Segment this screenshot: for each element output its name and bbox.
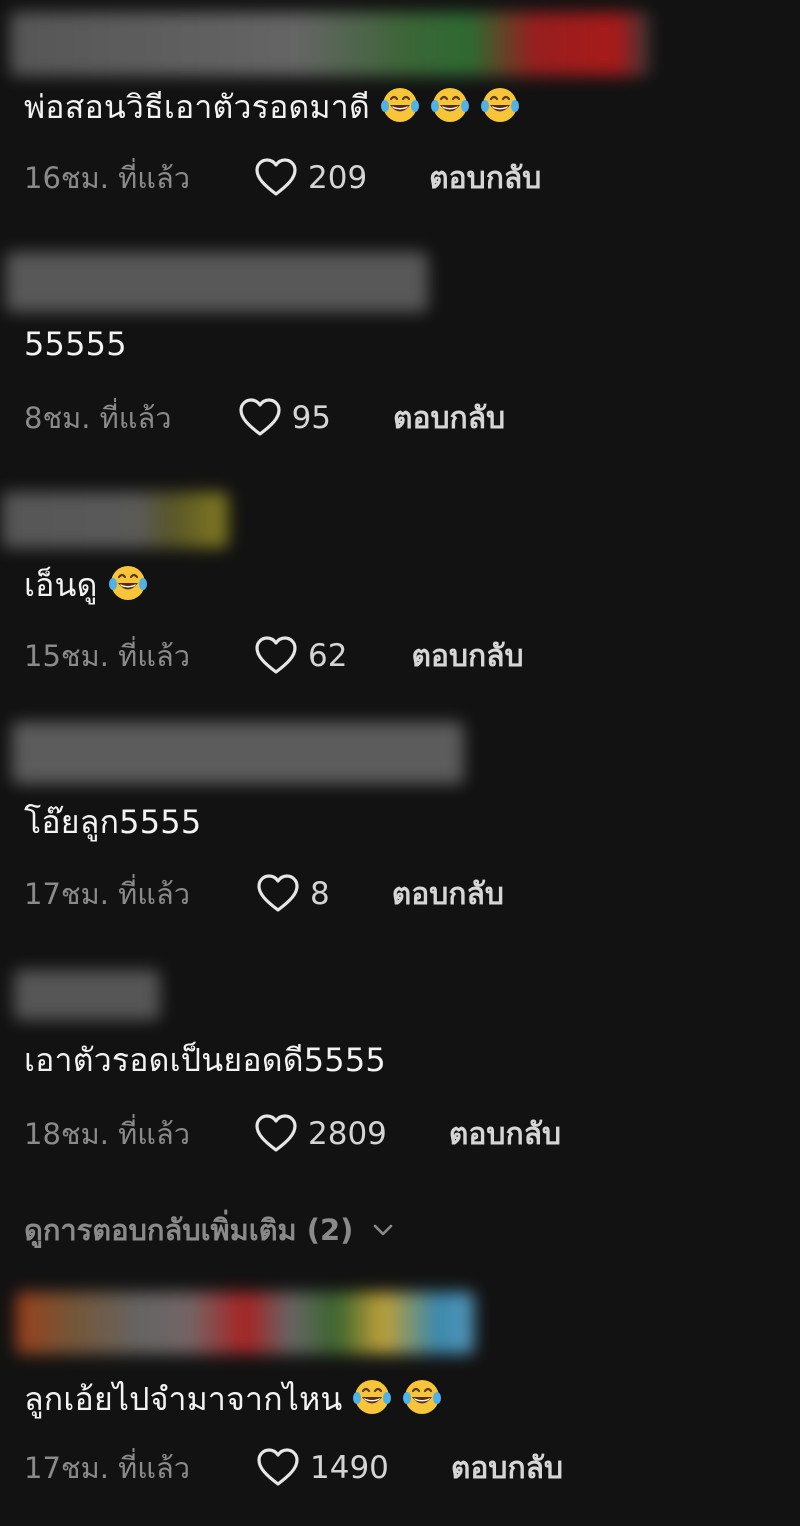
like-button[interactable]: 2809 xyxy=(254,1114,387,1154)
like-count: 95 xyxy=(291,400,332,436)
username-blurred[interactable] xyxy=(2,492,228,548)
heart-outline-icon[interactable] xyxy=(254,1114,308,1154)
comment-text-body: ลูกเอ้ยไปจำมาจากไหน xyxy=(24,1380,343,1418)
comment-time: 17ชม. ที่แล้ว xyxy=(24,1451,190,1485)
view-more-replies-label: ดูการตอบกลับเพิ่มเติม (2) xyxy=(24,1213,354,1247)
comment-text: เอ็นดู xyxy=(24,562,148,605)
like-button[interactable]: 8 xyxy=(256,874,330,914)
comment-text: พ่อสอนวิธีเอาตัวรอดมาดี xyxy=(24,84,520,127)
comment-text-body: 55555 xyxy=(24,325,127,363)
heart-outline-icon[interactable] xyxy=(254,636,308,676)
comment-meta: 17ชม. ที่แล้ว 8 ตอบกลับ xyxy=(24,872,504,916)
comment-time: 18ชม. ที่แล้ว xyxy=(24,1117,190,1151)
username-blurred[interactable] xyxy=(10,12,650,76)
username-blurred[interactable] xyxy=(6,252,428,312)
comment-text: โอ๊ยลูก5555 xyxy=(24,802,201,842)
comment-meta: 16ชม. ที่แล้ว 209 ตอบกลับ xyxy=(24,156,541,200)
reply-button[interactable]: ตอบกลับ xyxy=(393,395,505,442)
comment-text: ลูกเอ้ยไปจำมาจากไหน xyxy=(24,1376,442,1419)
comment-text: เอาตัวรอดเป็นยอดดี5555 xyxy=(24,1040,386,1080)
heart-outline-icon[interactable] xyxy=(256,874,310,914)
comment-text-body: เอาตัวรอดเป็นยอดดี5555 xyxy=(24,1041,386,1079)
like-button[interactable]: 209 xyxy=(254,158,367,198)
comment-meta: 15ชม. ที่แล้ว 62 ตอบกลับ xyxy=(24,634,524,678)
username-blurred[interactable] xyxy=(14,970,160,1020)
comment-text-body: เอ็นดู xyxy=(24,566,98,604)
like-button[interactable]: 95 xyxy=(238,398,331,438)
heart-outline-icon[interactable] xyxy=(238,398,292,438)
comment-text-body: พ่อสอนวิธีเอาตัวรอดมาดี xyxy=(24,88,370,126)
like-count: 1490 xyxy=(310,1450,389,1486)
tears-of-joy-emoji-icon xyxy=(480,84,520,124)
comment-time: 8ชม. ที่แล้ว xyxy=(24,401,172,435)
reply-button[interactable]: ตอบกลับ xyxy=(411,633,523,680)
comment-time: 16ชม. ที่แล้ว xyxy=(24,161,190,195)
comment-meta: 17ชม. ที่แล้ว 1490 ตอบกลับ xyxy=(24,1446,563,1490)
like-count: 209 xyxy=(308,160,368,196)
tears-of-joy-emoji-icon xyxy=(108,562,148,602)
tears-of-joy-emoji-icon xyxy=(402,1376,442,1416)
reply-button[interactable]: ตอบกลับ xyxy=(392,871,504,918)
view-more-replies-button[interactable]: ดูการตอบกลับเพิ่มเติม (2) xyxy=(24,1208,395,1252)
tears-of-joy-emoji-icon xyxy=(430,84,470,124)
username-blurred[interactable] xyxy=(12,722,464,784)
comment-meta: 8ชม. ที่แล้ว 95 ตอบกลับ xyxy=(24,396,505,440)
comment-text-body: โอ๊ยลูก5555 xyxy=(24,803,202,841)
comment-time: 15ชม. ที่แล้ว xyxy=(24,639,190,673)
like-count: 8 xyxy=(310,876,330,912)
reply-button[interactable]: ตอบกลับ xyxy=(449,1111,561,1158)
comment-text: 55555 xyxy=(24,324,127,364)
username-blurred[interactable] xyxy=(16,1292,474,1354)
reply-button[interactable]: ตอบกลับ xyxy=(451,1445,563,1492)
chevron-down-icon xyxy=(374,1224,393,1236)
heart-outline-icon[interactable] xyxy=(254,158,308,198)
like-button[interactable]: 62 xyxy=(254,636,347,676)
heart-outline-icon[interactable] xyxy=(256,1448,310,1488)
tears-of-joy-emoji-icon xyxy=(380,84,420,124)
comment-meta: 18ชม. ที่แล้ว 2809 ตอบกลับ xyxy=(24,1112,561,1156)
comment-time: 17ชม. ที่แล้ว xyxy=(24,877,190,911)
tears-of-joy-emoji-icon xyxy=(352,1376,392,1416)
like-button[interactable]: 1490 xyxy=(256,1448,389,1488)
like-count: 2809 xyxy=(308,1116,387,1152)
reply-button[interactable]: ตอบกลับ xyxy=(429,155,541,202)
like-count: 62 xyxy=(308,638,348,674)
